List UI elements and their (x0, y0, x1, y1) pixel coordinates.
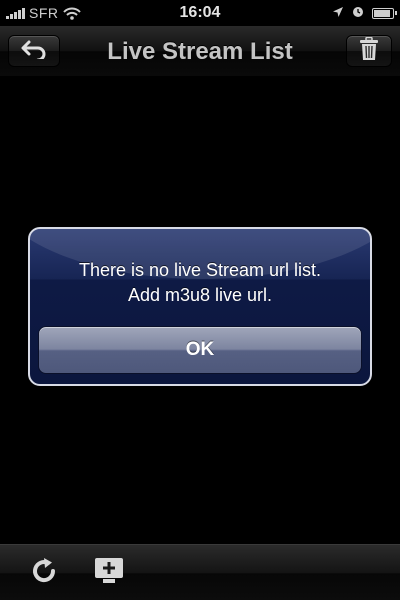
alert-message-line-1: There is no live Stream url list. (78, 260, 322, 280)
alarm-clock-icon (352, 5, 364, 22)
battery-icon (372, 8, 397, 19)
refresh-button[interactable] (26, 555, 62, 591)
add-stream-icon (93, 556, 125, 591)
page-title: Live Stream List (107, 38, 293, 65)
delete-button[interactable] (346, 35, 392, 67)
nav-bar: Live Stream List (0, 26, 400, 77)
alert-message: There is no live Stream url list. Add m3… (30, 258, 370, 308)
bottom-toolbar (0, 544, 400, 600)
app-screen: SFR 16:04 Live Stream List There is no l… (0, 0, 400, 600)
status-right (332, 5, 397, 22)
refresh-icon (29, 556, 59, 591)
battery-level (374, 10, 390, 17)
ok-button[interactable]: OK (38, 326, 362, 374)
trash-icon (359, 36, 379, 66)
alert-message-line-2: Add m3u8 live url. (127, 285, 273, 305)
location-arrow-icon (332, 5, 344, 22)
add-stream-button[interactable] (91, 555, 127, 591)
status-bar: SFR 16:04 (0, 0, 400, 26)
alert-dialog: There is no live Stream url list. Add m3… (28, 227, 372, 386)
